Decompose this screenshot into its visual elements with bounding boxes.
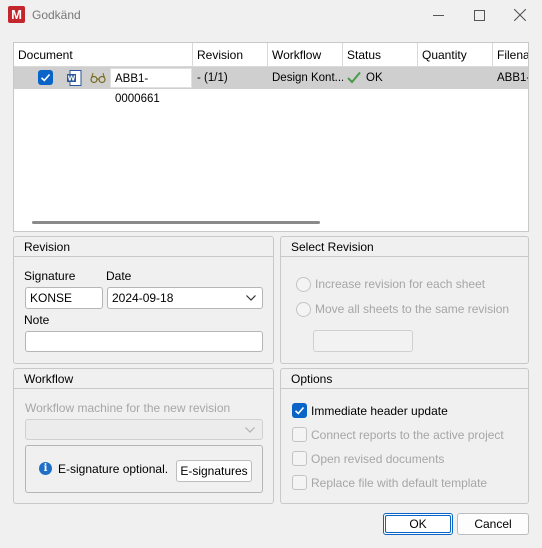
signature-label: Signature bbox=[24, 269, 76, 283]
document-grid[interactable]: Document Revision Workflow Status Quanti… bbox=[13, 42, 529, 232]
window-title: Godkänd bbox=[32, 8, 81, 22]
column-header-quantity[interactable]: Quantity bbox=[418, 43, 493, 67]
svg-text:W: W bbox=[68, 75, 76, 83]
grid-header: Document Revision Workflow Status Quanti… bbox=[14, 43, 528, 67]
close-icon bbox=[514, 9, 526, 21]
cancel-button[interactable]: Cancel bbox=[457, 513, 529, 535]
select-revision-group: Select Revision Increase revision for ea… bbox=[280, 236, 529, 364]
ok-button[interactable]: OK bbox=[383, 513, 453, 535]
quantity-cell bbox=[418, 67, 493, 89]
workflow-machine-dropdown[interactable] bbox=[25, 419, 263, 440]
info-icon: i bbox=[39, 462, 52, 475]
chevron-down-icon bbox=[246, 295, 256, 301]
options-group-heading: Options bbox=[281, 369, 528, 389]
replace-file-label: Replace file with default template bbox=[311, 476, 488, 490]
close-button[interactable] bbox=[498, 0, 542, 30]
status-text: OK bbox=[366, 72, 383, 84]
revision-select-button[interactable] bbox=[313, 330, 413, 352]
workflow-group-heading: Workflow bbox=[14, 369, 273, 389]
esignature-panel: i E-signature optional. E-signatures bbox=[25, 445, 263, 493]
status-ok-check-icon bbox=[347, 71, 361, 84]
title-bar: M Godkänd bbox=[0, 0, 542, 30]
column-header-status[interactable]: Status bbox=[343, 43, 418, 67]
replace-file-checkbox[interactable] bbox=[292, 475, 307, 490]
workflow-machine-label: Workflow machine for the new revision bbox=[25, 401, 231, 415]
note-field[interactable] bbox=[25, 331, 263, 352]
date-value: 2024-09-18 bbox=[112, 291, 174, 305]
maximize-button[interactable] bbox=[457, 0, 501, 30]
chevron-down-icon bbox=[245, 427, 255, 433]
minimize-button[interactable] bbox=[416, 0, 460, 30]
checkmark-icon bbox=[40, 73, 51, 82]
date-picker[interactable]: 2024-09-18 bbox=[107, 287, 263, 309]
word-document-icon: W bbox=[67, 70, 82, 86]
row-select-checkbox[interactable] bbox=[38, 70, 53, 85]
app-logo-icon: M bbox=[8, 6, 25, 23]
revision-group: Revision Signature Date KONSE 2024-09-18… bbox=[13, 236, 274, 364]
connect-reports-checkbox[interactable] bbox=[292, 427, 307, 442]
open-revised-checkbox[interactable] bbox=[292, 451, 307, 466]
note-label: Note bbox=[24, 313, 50, 327]
column-header-filename[interactable]: Filenam bbox=[493, 43, 528, 67]
horizontal-scrollbar[interactable] bbox=[32, 221, 320, 224]
increase-revision-label: Increase revision for each sheet bbox=[315, 277, 486, 291]
options-group: Options Immediate header update Connect … bbox=[280, 368, 529, 504]
increase-revision-radio[interactable] bbox=[296, 277, 311, 292]
document-number-cell[interactable]: ABB1-0000661 bbox=[110, 68, 192, 105]
minimize-icon bbox=[432, 14, 444, 16]
esignature-text: E-signature optional. bbox=[58, 462, 169, 476]
table-row[interactable]: W ABB1-0000661 - (1/1) Design Kont... OK… bbox=[14, 67, 528, 105]
revision-group-heading: Revision bbox=[14, 237, 273, 257]
checkmark-icon bbox=[294, 406, 305, 415]
view-glasses-icon[interactable] bbox=[90, 71, 106, 84]
column-header-workflow[interactable]: Workflow bbox=[268, 43, 343, 67]
filename-cell: ABB1-0 bbox=[497, 72, 528, 84]
connect-reports-label: Connect reports to the active project bbox=[311, 428, 504, 442]
signature-field[interactable]: KONSE bbox=[25, 287, 103, 309]
immediate-header-update-label: Immediate header update bbox=[311, 404, 448, 418]
open-revised-label: Open revised documents bbox=[311, 452, 445, 466]
date-label: Date bbox=[106, 269, 132, 283]
status-cell: OK bbox=[343, 67, 418, 89]
move-all-sheets-label: Move all sheets to the same revision bbox=[315, 302, 510, 316]
ok-button-label: OK bbox=[409, 517, 427, 531]
esignatures-button[interactable]: E-signatures bbox=[176, 460, 252, 482]
move-all-sheets-radio[interactable] bbox=[296, 302, 311, 317]
select-revision-group-heading: Select Revision bbox=[281, 237, 528, 257]
column-header-revision[interactable]: Revision bbox=[193, 43, 268, 67]
column-header-document[interactable]: Document bbox=[14, 43, 193, 67]
workflow-group: Workflow Workflow machine for the new re… bbox=[13, 368, 274, 504]
immediate-header-update-checkbox[interactable] bbox=[292, 403, 307, 418]
revision-cell: - (1/1) bbox=[197, 72, 228, 84]
maximize-icon bbox=[473, 9, 485, 21]
workflow-cell: Design Kont... bbox=[272, 72, 343, 84]
